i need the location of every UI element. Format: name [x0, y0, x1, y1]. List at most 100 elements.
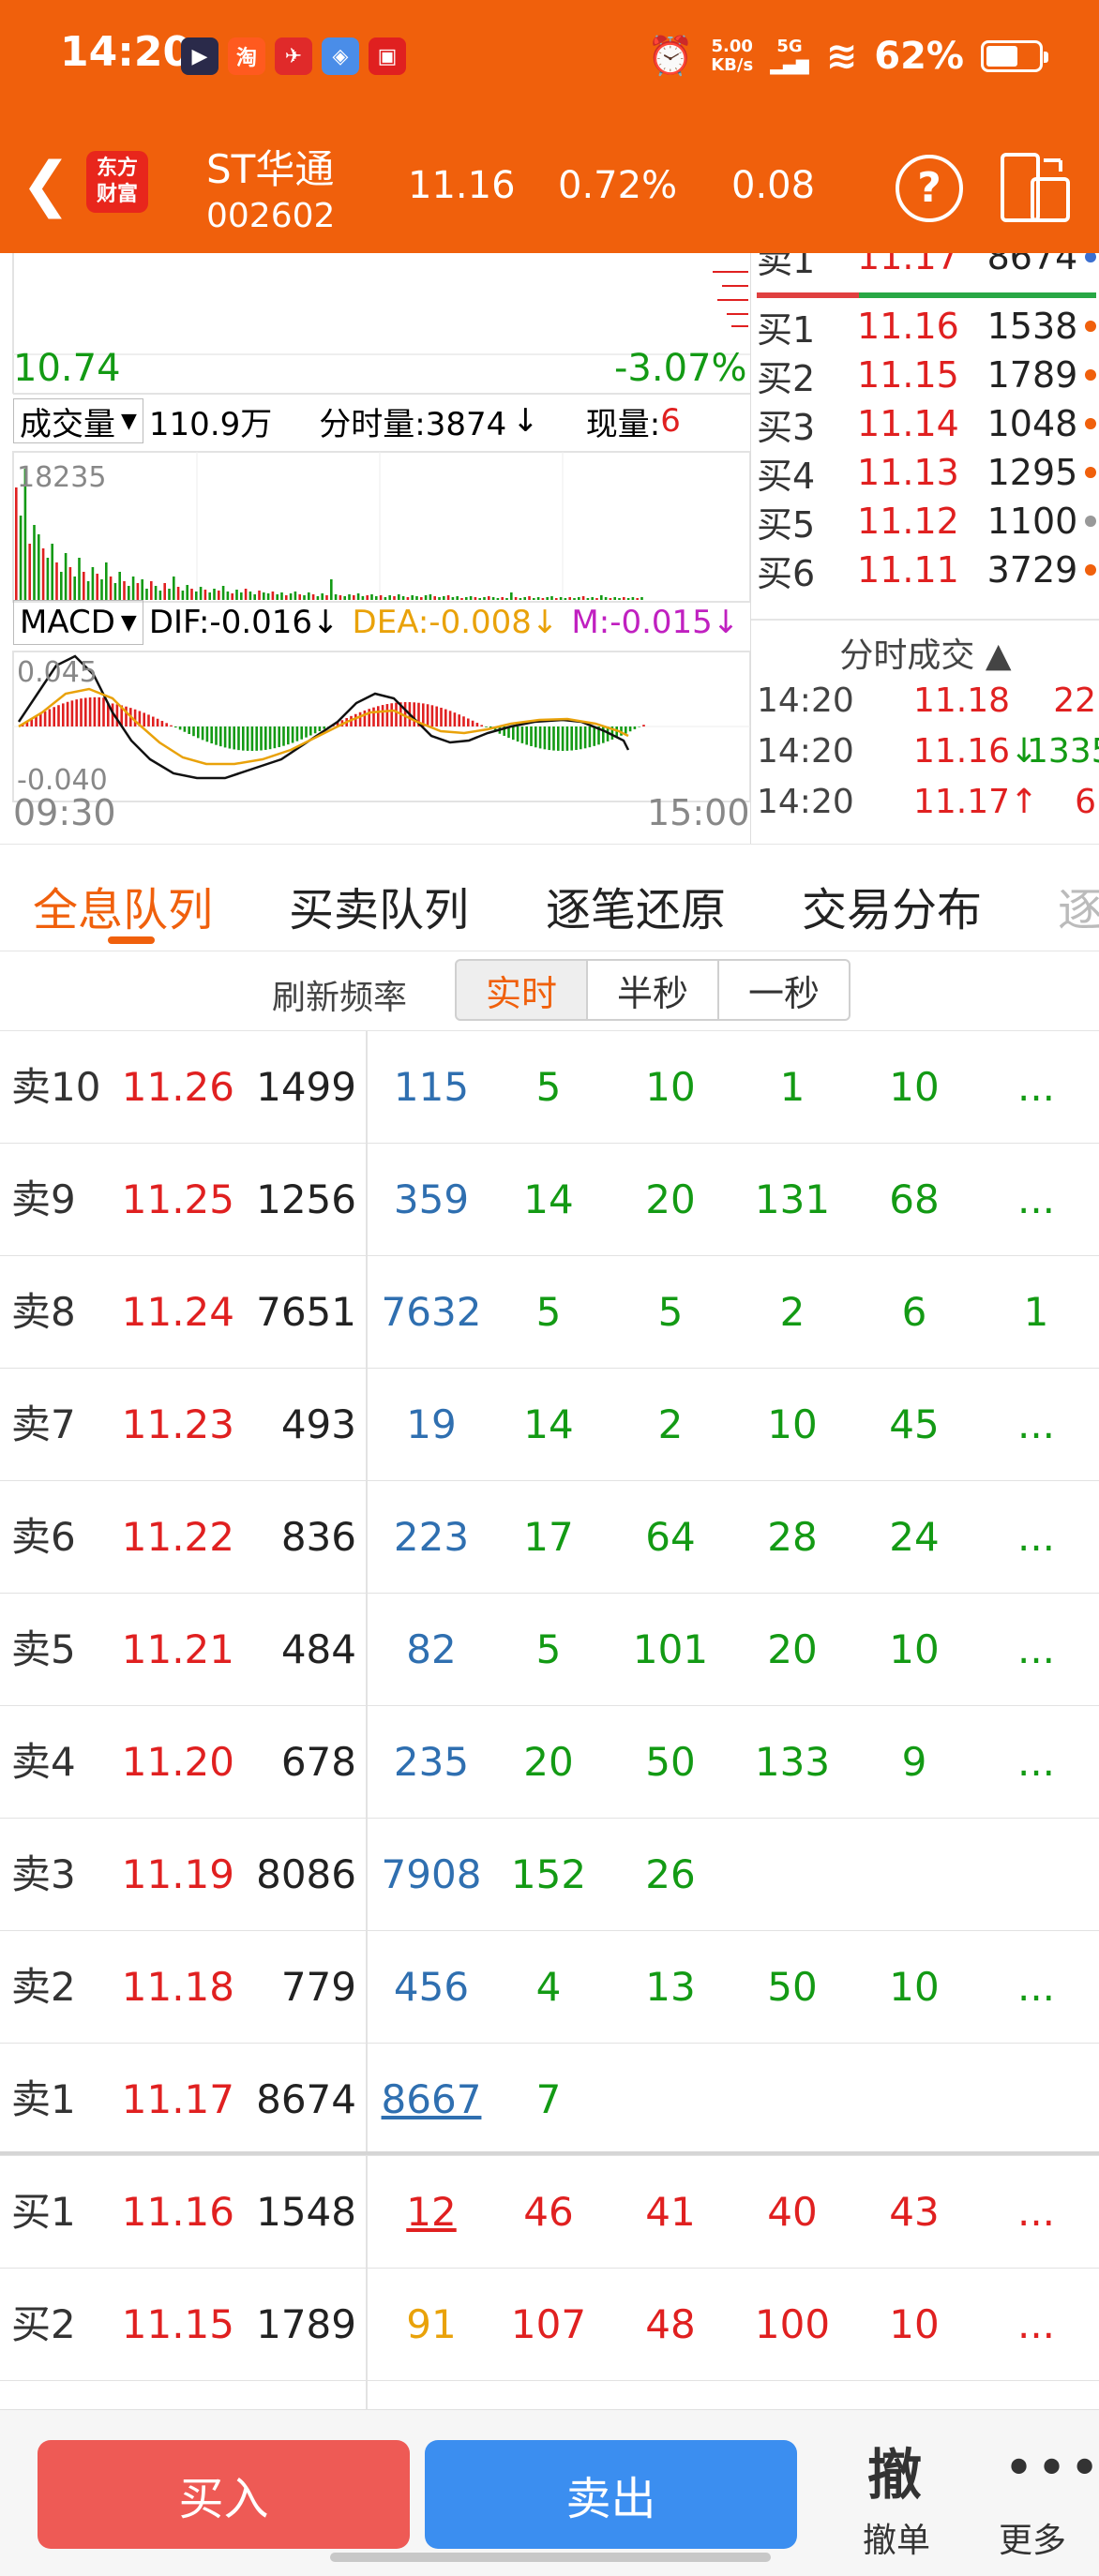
volume-bar: [46, 558, 50, 600]
tick-price: 11.18: [912, 681, 1010, 720]
home-indicator[interactable]: [330, 2553, 771, 2562]
status-dot-icon: [1085, 369, 1096, 381]
volume-bar: [19, 516, 23, 600]
mini-buy-row[interactable]: 买4 11.13 1295: [757, 448, 1096, 497]
macd-bar: [174, 726, 177, 728]
queue-order-size[interactable]: ...: [975, 1369, 1097, 1481]
mini-buy-label: 买5: [757, 503, 816, 546]
queue-row[interactable]: 卖5 11.21 484 82 5 101 20 10...: [0, 1594, 1099, 1706]
volume-bar: [38, 534, 40, 600]
queue-level-label: 卖3: [11, 1851, 76, 1897]
queue-order-size: 7632: [381, 1289, 482, 1335]
macd-bar: [39, 713, 42, 726]
macd-bar: [147, 714, 150, 726]
macd-bar: [485, 726, 488, 727]
tab-full-queue[interactable]: 全息队列: [33, 873, 213, 938]
queue-order-size[interactable]: ...: [975, 1594, 1097, 1706]
queue-row[interactable]: 卖3 11.19 8086 7908 152 26: [0, 1819, 1099, 1931]
macd-bar: [215, 726, 218, 745]
back-arrow-icon[interactable]: ❮: [21, 155, 71, 215]
queue-volume: 8674: [256, 2076, 356, 2122]
volume-indicator-select[interactable]: 成交量 ▼: [13, 398, 143, 443]
macd-bar: [66, 701, 69, 726]
queue-row[interactable]: 卖2 11.18 779 456 4 13 50 10...: [0, 1931, 1099, 2044]
tab-tick-restore[interactable]: 逐笔还原: [546, 873, 726, 938]
macd-bar: [84, 697, 87, 726]
mini-buy-vol: 1100: [986, 501, 1078, 542]
sell-button[interactable]: 卖出: [425, 2440, 797, 2549]
queue-row[interactable]: 卖1 11.17 8674 8667 7: [0, 2044, 1099, 2156]
queue-row[interactable]: 卖6 11.22 836 223 17 64 28 24...: [0, 1481, 1099, 1594]
queue-level-label: 卖9: [11, 1176, 76, 1222]
mini-buy-price: 11.16: [857, 306, 959, 347]
queue-row[interactable]: 买2 11.15 1789 91 107 48 100 10...: [0, 2269, 1099, 2381]
macd-bar: [570, 726, 573, 751]
queue-order-size[interactable]: ...: [975, 1481, 1097, 1594]
queue-order-size[interactable]: ...: [975, 2269, 1097, 2381]
queue-order-size[interactable]: ...: [975, 2156, 1097, 2269]
queue-row[interactable]: 卖9 11.25 1256 359 14 20 131 68...: [0, 1144, 1099, 1256]
queue-row[interactable]: 买1 11.16 1548 12 46 41 40 43...: [0, 2156, 1099, 2269]
mini-buy-vol: 3729: [986, 549, 1078, 591]
tab-bid-ask-queue[interactable]: 买卖队列: [289, 873, 469, 938]
mini-buy-row[interactable]: 买2 11.15 1789: [757, 351, 1096, 399]
macd-bar: [291, 726, 294, 743]
queue-row[interactable]: 卖7 11.23 493 19 14 2 10 45...: [0, 1369, 1099, 1481]
queue-order-size: [853, 1819, 975, 1931]
queue-order-size[interactable]: ...: [975, 1706, 1097, 1819]
tab-more[interactable]: 逐: [1058, 873, 1099, 938]
chart-time-end: 15:00: [647, 792, 750, 833]
queue-order-size: 100: [754, 2301, 831, 2347]
cancel-order-icon[interactable]: 撤: [867, 2431, 922, 2509]
mini-buy-row[interactable]: 买6 11.11 3729: [757, 546, 1096, 594]
more-label[interactable]: 更多: [999, 2513, 1066, 2562]
queue-order-size: 14: [523, 1401, 574, 1447]
tab-trade-distribution[interactable]: 交易分布: [802, 873, 982, 938]
queue-price: 11.18: [121, 1964, 234, 2010]
eastmoney-logo[interactable]: 东方 财富: [86, 151, 148, 213]
macd-bar: [548, 726, 550, 751]
macd-bar: [377, 706, 380, 726]
queue-order-size[interactable]: ...: [975, 1031, 1097, 1144]
queue-price: 11.21: [121, 1626, 234, 1672]
queue-order-size[interactable]: ...: [975, 1931, 1097, 2044]
tick-row: 14:20 11.18 22: [757, 675, 1096, 726]
more-icon[interactable]: •••: [1003, 2438, 1099, 2499]
stock-change: 0.08: [731, 164, 816, 207]
macd-bar: [638, 726, 640, 727]
queue-row[interactable]: 卖8 11.24 7651 7632 5 5 2 6 1: [0, 1256, 1099, 1369]
current-volume-label: 现量:: [585, 405, 661, 443]
queue-order-size: 359: [393, 1176, 470, 1222]
refresh-halfsec-button[interactable]: 半秒: [586, 959, 719, 1021]
cancel-order-label[interactable]: 撤单: [863, 2513, 930, 2562]
queue-order-size: 101: [632, 1626, 709, 1672]
mini-buy-row[interactable]: 买5 11.12 1100: [757, 497, 1096, 546]
queue-row[interactable]: 卖4 11.20 678 235 20 50 133 9...: [0, 1706, 1099, 1819]
mini-buy-row[interactable]: 买1 11.16 1538: [757, 302, 1096, 351]
macd-indicator-select[interactable]: MACD ▼: [13, 600, 143, 645]
queue-order-size: 40: [767, 2189, 818, 2235]
refresh-realtime-button[interactable]: 实时: [455, 959, 588, 1021]
buy-button[interactable]: 买入: [38, 2440, 410, 2549]
stock-name[interactable]: ST华通: [206, 138, 334, 195]
refresh-onesec-button[interactable]: 一秒: [717, 959, 851, 1021]
macd-bar: [583, 726, 587, 749]
macd-bar: [300, 726, 303, 740]
queue-order-size[interactable]: ...: [975, 1144, 1097, 1256]
help-icon[interactable]: ?: [896, 155, 963, 222]
queue-price: 11.23: [121, 1401, 234, 1447]
queue-order-size: 82: [406, 1626, 457, 1672]
macd-bar: [219, 726, 222, 747]
queue-row[interactable]: 卖10 11.26 1499 115 5 10 1 10...: [0, 1031, 1099, 1144]
macd-bar: [633, 726, 637, 729]
macd-bar: [435, 706, 438, 726]
macd-bar: [426, 704, 429, 726]
macd-bar: [385, 704, 389, 726]
intraday-chart[interactable]: 10.74 -3.07% 成交量 ▼ 110.9万 分时量:3874 ↓ 现量: …: [0, 253, 750, 844]
queue-order-size: 1: [779, 1064, 805, 1110]
macd-bar: [557, 726, 560, 751]
macd-bar: [278, 726, 280, 748]
switch-layout-icon[interactable]: [999, 151, 1072, 224]
mini-buy-row[interactable]: 买3 11.14 1048: [757, 399, 1096, 448]
ticks-header[interactable]: 分时成交 ▲: [751, 628, 1099, 677]
